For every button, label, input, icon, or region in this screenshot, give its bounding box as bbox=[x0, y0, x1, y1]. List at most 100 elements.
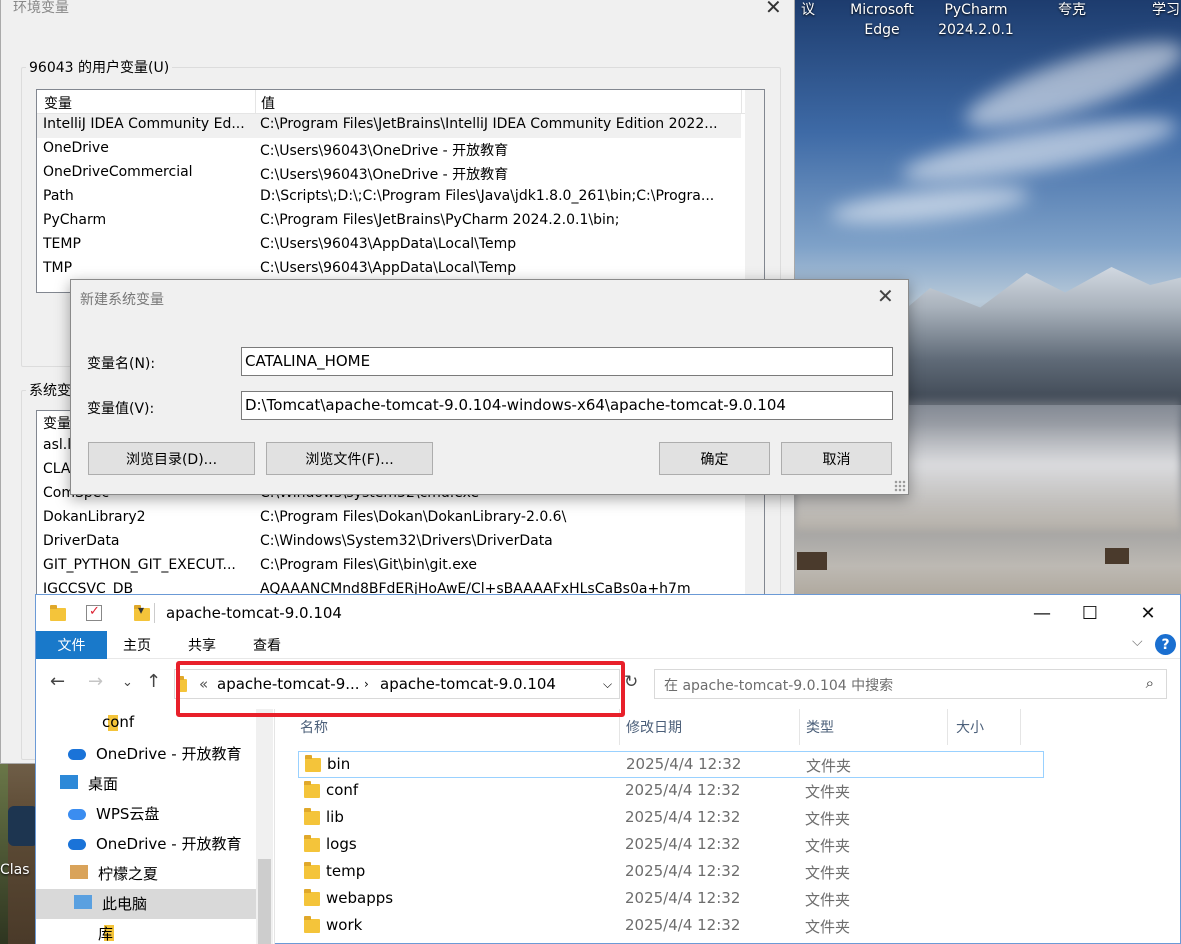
close-icon[interactable]: ✕ bbox=[1125, 595, 1171, 631]
resize-grip[interactable] bbox=[894, 480, 906, 492]
col-header-size[interactable]: 大小 bbox=[956, 717, 984, 737]
title-bar: ✓ ▾ apache-tomcat-9.0.104 — ☐ ✕ bbox=[36, 595, 1180, 631]
folder-icon bbox=[304, 916, 320, 933]
properties-icon[interactable]: ✓ bbox=[86, 604, 102, 621]
file-name: bin bbox=[327, 755, 351, 773]
nav-item[interactable]: 库 bbox=[36, 919, 256, 944]
col-header-value[interactable]: 值 bbox=[261, 93, 275, 113]
nav-item-label: 库 bbox=[98, 925, 114, 943]
col-header-type[interactable]: 类型 bbox=[806, 717, 834, 737]
cabin bbox=[797, 552, 827, 570]
file-date: 2025/4/4 12:32 bbox=[625, 916, 741, 934]
file-name: conf bbox=[326, 781, 359, 799]
col-header-var[interactable]: 变量 bbox=[44, 93, 72, 113]
ok-button[interactable]: 确定 bbox=[659, 442, 770, 475]
search-icon[interactable]: ⌕ bbox=[1146, 674, 1154, 692]
onedrive-icon bbox=[68, 839, 86, 850]
help-icon[interactable]: ? bbox=[1155, 634, 1176, 655]
file-type: 文件夹 bbox=[805, 837, 851, 855]
user-vars-label: 96043 的用户变量(U) bbox=[26, 57, 173, 77]
variable-name: DokanLibrary2 bbox=[43, 509, 146, 525]
nav-item[interactable]: 柠檬之夏 bbox=[36, 859, 256, 889]
tab-view[interactable]: 查看 bbox=[253, 631, 281, 659]
desktop-icon-clas[interactable]: Clas bbox=[0, 860, 40, 880]
back-icon[interactable]: ← bbox=[50, 671, 65, 692]
file-explorer-window: ✓ ▾ apache-tomcat-9.0.104 — ☐ ✕ 文件 主页 共享… bbox=[35, 594, 1181, 944]
file-date: 2025/4/4 12:32 bbox=[625, 808, 741, 826]
recent-locations-icon[interactable]: ⌄ bbox=[122, 675, 133, 690]
nav-item-label: 桌面 bbox=[88, 775, 119, 793]
file-row[interactable]: work 2025/4/4 12:32 文件夹 bbox=[298, 913, 1044, 940]
search-input[interactable]: 在 apache-tomcat-9.0.104 中搜索 bbox=[664, 675, 893, 695]
variable-value: C:\Users\96043\OneDrive - 开放教育 bbox=[260, 143, 509, 159]
variable-value: C:\Users\96043\OneDrive - 开放教育 bbox=[260, 167, 509, 183]
refresh-icon[interactable]: ↻ bbox=[624, 672, 638, 692]
desktop-icon-edge[interactable]: Microsoft Edge bbox=[842, 0, 922, 40]
table-row[interactable]: IntelliJ IDEA Community Ed... C:\Program … bbox=[37, 114, 741, 138]
nav-item[interactable]: OneDrive - 开放教育 bbox=[36, 829, 256, 859]
file-row[interactable]: lib 2025/4/4 12:32 文件夹 bbox=[298, 805, 1044, 832]
desktop-icon-study[interactable]: 学习 bbox=[1126, 0, 1181, 20]
desktop-icon-pycharm[interactable]: PyCharm 2024.2.0.1 bbox=[936, 0, 1016, 40]
table-row[interactable]: Path D:\Scripts\;D:\;C:\Program Files\Jav… bbox=[37, 186, 741, 210]
variable-value: C:\Users\96043\AppData\Local\Temp bbox=[260, 236, 517, 252]
file-row[interactable]: webapps 2025/4/4 12:32 文件夹 bbox=[298, 886, 1044, 913]
table-row[interactable]: PyCharm C:\Program Files\JetBrains\PyChar… bbox=[37, 210, 741, 234]
folder-icon bbox=[50, 605, 66, 621]
table-row[interactable]: TEMP C:\Users\96043\AppData\Local\Temp bbox=[37, 234, 741, 258]
variable-value-input[interactable]: D:\Tomcat\apache-tomcat-9.0.104-windows-… bbox=[241, 391, 893, 420]
nav-item[interactable]: WPS云盘 bbox=[36, 799, 256, 829]
tab-file[interactable]: 文件 bbox=[36, 631, 107, 659]
cloud bbox=[828, 179, 1032, 231]
browse-directory-button[interactable]: 浏览目录(D)... bbox=[88, 442, 255, 475]
table-row[interactable]: OneDrive C:\Users\96043\OneDrive - 开放教育 bbox=[37, 138, 741, 162]
nav-item[interactable]: 此电脑 bbox=[36, 889, 256, 919]
nav-item-label: WPS云盘 bbox=[96, 805, 160, 823]
folder-icon bbox=[304, 808, 320, 825]
table-row[interactable]: OneDriveCommercial C:\Users\96043\OneDriv… bbox=[37, 162, 741, 186]
browse-file-button[interactable]: 浏览文件(F)... bbox=[266, 442, 433, 475]
search-box[interactable]: 在 apache-tomcat-9.0.104 中搜索 ⌕ bbox=[654, 669, 1167, 699]
file-name: logs bbox=[326, 835, 357, 853]
folder-icon bbox=[305, 755, 321, 772]
variable-name-input[interactable]: CATALINA_HOME bbox=[241, 347, 893, 376]
cancel-button[interactable]: 取消 bbox=[781, 442, 892, 475]
col-header-date[interactable]: 修改日期 bbox=[626, 717, 682, 737]
user-vars-list[interactable]: 变量 值 IntelliJ IDEA Community Ed... C:\Pro… bbox=[36, 89, 765, 293]
variable-name: PyCharm bbox=[43, 212, 107, 228]
file-row[interactable]: logs 2025/4/4 12:32 文件夹 bbox=[298, 832, 1044, 859]
scrollbar[interactable] bbox=[745, 90, 764, 292]
col-header-name[interactable]: 名称 bbox=[300, 717, 328, 737]
forward-icon[interactable]: → bbox=[88, 671, 103, 692]
up-icon[interactable]: ↑ bbox=[146, 671, 161, 692]
onedrive-icon bbox=[68, 749, 86, 760]
variable-name: OneDriveCommercial bbox=[43, 164, 193, 180]
variable-name: DriverData bbox=[43, 533, 120, 549]
annotation-highlight-box bbox=[176, 661, 625, 717]
table-row[interactable]: DriverData C:\Windows\System32\Drivers\Dr… bbox=[37, 531, 741, 555]
table-row[interactable]: GIT_PYTHON_GIT_EXECUT... C:\Program Files… bbox=[37, 555, 741, 579]
app-icon[interactable] bbox=[8, 806, 38, 846]
scrollbar[interactable] bbox=[256, 709, 273, 944]
minimize-icon[interactable]: — bbox=[1019, 595, 1065, 631]
file-name: work bbox=[326, 916, 363, 934]
close-icon[interactable]: ✕ bbox=[765, 0, 782, 17]
table-row[interactable]: DokanLibrary2 C:\Program Files\Dokan\Doka… bbox=[37, 507, 741, 531]
file-row[interactable]: conf 2025/4/4 12:32 文件夹 bbox=[298, 778, 1044, 805]
maximize-icon[interactable]: ☐ bbox=[1067, 595, 1113, 631]
file-row[interactable]: bin 2025/4/4 12:32 文件夹 bbox=[298, 751, 1044, 778]
desktop-icon-quark[interactable]: 夸克 bbox=[1032, 0, 1112, 20]
pane-divider[interactable] bbox=[274, 709, 275, 944]
expand-ribbon-icon[interactable]: ⌵ bbox=[1132, 634, 1143, 650]
variable-value: C:\Program Files\JetBrains\PyCharm 2024.… bbox=[260, 212, 620, 228]
nav-item[interactable]: OneDrive - 开放教育 bbox=[36, 739, 256, 769]
file-row[interactable]: temp 2025/4/4 12:32 文件夹 bbox=[298, 859, 1044, 886]
customize-toolbar-icon[interactable]: ▾ bbox=[138, 603, 144, 617]
scrollbar-thumb[interactable] bbox=[258, 859, 271, 944]
close-icon[interactable]: ✕ bbox=[877, 286, 894, 306]
tab-home[interactable]: 主页 bbox=[123, 631, 151, 659]
tab-share[interactable]: 共享 bbox=[188, 631, 216, 659]
file-date: 2025/4/4 12:32 bbox=[625, 862, 741, 880]
nav-item[interactable]: 桌面 bbox=[36, 769, 256, 799]
variable-value: C:\Users\96043\AppData\Local\Temp bbox=[260, 260, 517, 276]
